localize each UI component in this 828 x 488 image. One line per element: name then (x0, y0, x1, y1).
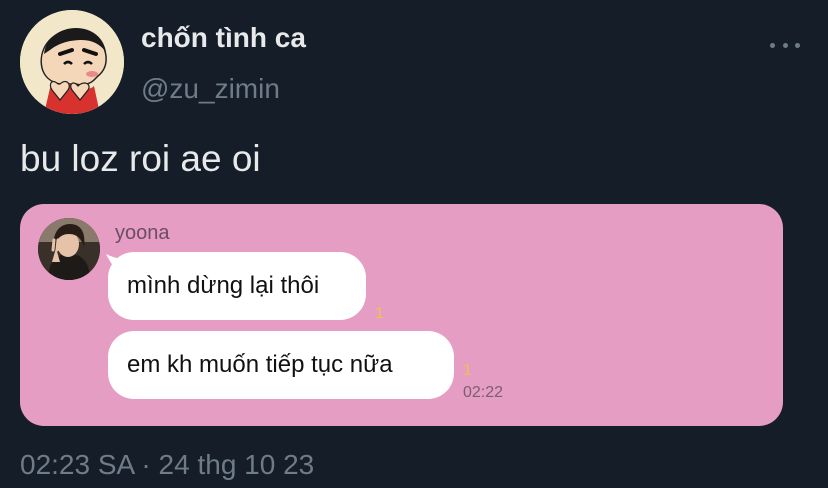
more-horizontal-icon[interactable] (770, 38, 800, 52)
author-avatar[interactable] (20, 10, 124, 114)
tweet: chốn tình ca @zu_zimin bu loz roi ae oi … (0, 0, 828, 488)
dot (782, 42, 788, 48)
tweet-timestamp[interactable]: 02:23 SA · 24 thg 10 23 (20, 449, 314, 481)
chat-message-text: mình dừng lại thôi (127, 272, 320, 299)
unread-count: 1 (375, 305, 384, 322)
dot (770, 42, 775, 48)
dot (795, 42, 800, 48)
crayon-shinchan-avatar-icon (20, 10, 124, 114)
chat-sender-name: yoona (115, 222, 170, 244)
tweet-text: bu loz roi ae oi (20, 138, 261, 179)
chat-message-bubble: mình dừng lại thôi (108, 252, 366, 320)
author-handle[interactable]: @zu_zimin (141, 73, 280, 105)
chat-message-text: em kh muốn tiếp tục nữa (127, 351, 393, 378)
unread-count: 1 (463, 362, 472, 379)
chat-message-time: 02:22 (463, 384, 504, 401)
user-photo-avatar-icon (38, 218, 100, 280)
author-display-name[interactable]: chốn tình ca (141, 22, 306, 54)
tweet-media-image[interactable]: yoona mình dừng lại thôi 1 em kh muốn ti… (20, 204, 783, 426)
chat-sender-avatar (38, 218, 100, 280)
chat-message-bubble: em kh muốn tiếp tục nữa (108, 331, 454, 399)
